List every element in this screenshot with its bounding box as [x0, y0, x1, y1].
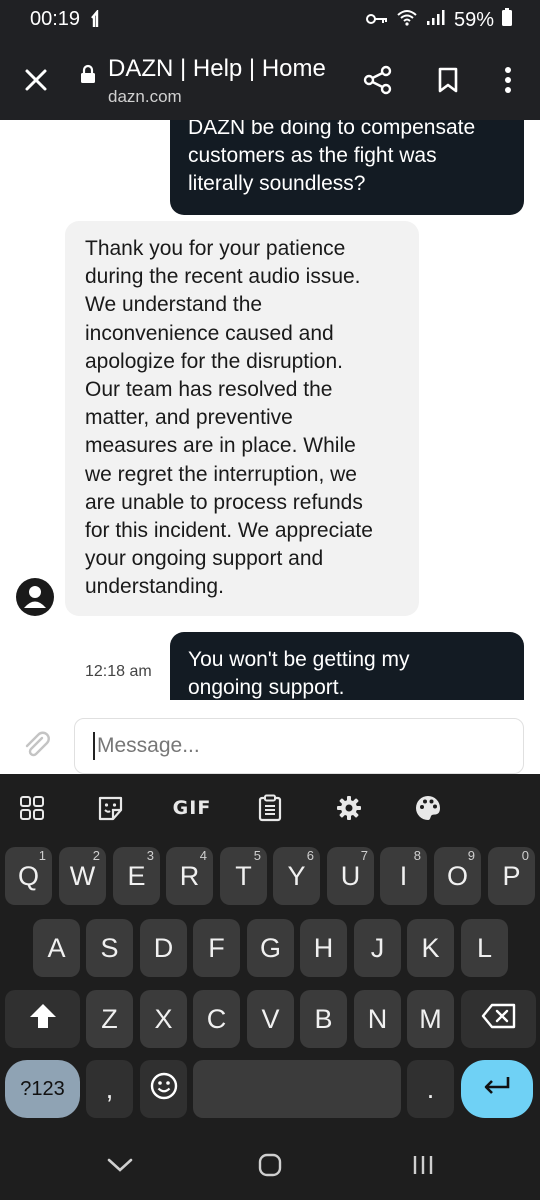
backspace-key[interactable] — [461, 990, 536, 1048]
key-y[interactable]: Y6 — [273, 847, 320, 905]
share-icon[interactable] — [360, 62, 396, 98]
home-icon[interactable] — [250, 1150, 290, 1180]
page-url: dazn.com — [108, 87, 182, 106]
key-i[interactable]: I8 — [380, 847, 427, 905]
recent-apps-icon[interactable] — [403, 1150, 443, 1180]
key-v[interactable]: V — [247, 990, 294, 1048]
network-activity-icon — [90, 8, 104, 33]
settings-gear-icon[interactable] — [329, 788, 369, 828]
key-r[interactable]: R4 — [166, 847, 213, 905]
key-a[interactable]: A — [33, 919, 80, 977]
space-bar[interactable] — [193, 1060, 401, 1118]
symbols-key[interactable]: ?123 — [5, 1060, 80, 1118]
battery-icon — [502, 8, 512, 32]
palette-icon[interactable] — [408, 788, 448, 828]
chat-transcript[interactable]: DAZN be doing to compensate customers as… — [0, 120, 540, 700]
close-icon[interactable] — [18, 62, 54, 98]
backspace-icon — [481, 1003, 517, 1036]
key-s[interactable]: S — [86, 919, 133, 977]
status-time: 00:19 — [30, 8, 81, 30]
gif-button[interactable]: GIF — [170, 788, 214, 828]
key-g[interactable]: G — [247, 919, 294, 977]
clipboard-icon[interactable] — [250, 788, 290, 828]
browser-toolbar: DAZN | Help | Home dazn.com — [0, 40, 540, 120]
enter-arrow-icon — [481, 1074, 513, 1105]
comma-key[interactable]: , — [86, 1060, 133, 1118]
period-key[interactable]: . — [407, 1060, 454, 1118]
message-timestamp: 12:18 am — [85, 663, 152, 680]
agent-message: Thank you for your patience during the r… — [65, 221, 419, 616]
message-placeholder: Message... — [97, 734, 200, 757]
page-title: DAZN | Help | Home — [108, 55, 326, 82]
key-x[interactable]: X — [140, 990, 187, 1048]
key-e[interactable]: E3 — [113, 847, 160, 905]
key-icon — [365, 9, 388, 32]
emoji-key[interactable] — [140, 1060, 187, 1118]
key-t[interactable]: T5 — [220, 847, 267, 905]
key-d[interactable]: D — [140, 919, 187, 977]
shift-key[interactable] — [5, 990, 80, 1048]
key-n[interactable]: N — [354, 990, 401, 1048]
key-j[interactable]: J — [354, 919, 401, 977]
key-q[interactable]: Q1 — [5, 847, 52, 905]
gif-label: GIF — [172, 797, 212, 819]
key-u[interactable]: U7 — [327, 847, 374, 905]
key-l[interactable]: L — [461, 919, 508, 977]
status-bar: 00:19 59% — [0, 0, 540, 40]
bookmark-icon[interactable] — [430, 62, 466, 98]
key-p[interactable]: P0 — [488, 847, 535, 905]
key-z[interactable]: Z — [86, 990, 133, 1048]
sticker-icon[interactable] — [91, 788, 131, 828]
key-h[interactable]: H — [300, 919, 347, 977]
apps-grid-icon[interactable] — [12, 788, 52, 828]
key-f[interactable]: F — [193, 919, 240, 977]
key-k[interactable]: K — [407, 919, 454, 977]
key-b[interactable]: B — [300, 990, 347, 1048]
lock-icon[interactable] — [80, 64, 96, 89]
wifi-icon — [396, 8, 418, 32]
agent-avatar-icon — [16, 578, 54, 616]
battery-percent: 59% — [453, 8, 494, 31]
key-w[interactable]: W2 — [59, 847, 106, 905]
attachment-icon[interactable] — [22, 730, 52, 765]
system-navigation-bar — [0, 1130, 540, 1200]
message-composer: Message... — [0, 700, 540, 774]
key-c[interactable]: C — [193, 990, 240, 1048]
signal-icon — [426, 8, 446, 32]
user-message: You won't be getting my ongoing support. — [170, 632, 524, 700]
status-icons: 59% — [365, 8, 512, 32]
key-m[interactable]: M — [407, 990, 454, 1048]
enter-key[interactable] — [461, 1060, 533, 1118]
message-input[interactable]: Message... — [74, 718, 524, 774]
back-chevron-icon[interactable] — [100, 1150, 140, 1180]
text-cursor — [93, 732, 95, 760]
shift-arrow-icon — [28, 1002, 58, 1037]
key-o[interactable]: O9 — [434, 847, 481, 905]
user-message: DAZN be doing to compensate customers as… — [170, 120, 524, 215]
emoji-smile-icon — [150, 1072, 178, 1107]
more-options-icon[interactable] — [490, 62, 526, 98]
